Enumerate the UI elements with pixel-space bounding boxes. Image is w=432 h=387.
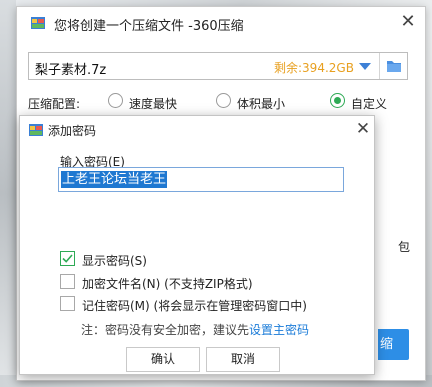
- radio-fastest[interactable]: [108, 93, 123, 108]
- output-path-field[interactable]: 梨子素材.7z 剩余:394.2GB: [28, 52, 408, 80]
- add-password-dialog: 添加密码 ✕ 输入密码(E) 上老王论坛当老王 显示密码(S) 加密文件名(N)…: [19, 115, 375, 375]
- password-value[interactable]: 上老王论坛当老王: [61, 171, 168, 188]
- dialog-title-bar: 添加密码 ✕: [20, 116, 374, 144]
- main-title-bar: 您将创建一个压缩文件 -360压缩 ✕: [17, 7, 425, 37]
- radio-smallest-label[interactable]: 体积最小: [237, 95, 285, 112]
- encrypt-filenames-checkbox[interactable]: [60, 274, 75, 289]
- radio-smallest[interactable]: [216, 93, 231, 108]
- lock-icon: [28, 122, 44, 138]
- browse-folder-button[interactable]: [380, 53, 408, 79]
- close-icon[interactable]: ✕: [355, 120, 371, 138]
- checkmark-icon: [62, 254, 73, 263]
- close-icon[interactable]: ✕: [399, 13, 417, 31]
- encrypt-filenames-label[interactable]: 加密文件名(N) (不支持ZIP格式): [82, 275, 253, 292]
- set-master-password-link[interactable]: 设置主密码: [249, 323, 309, 337]
- remember-password-checkbox[interactable]: [60, 296, 75, 311]
- cancel-button[interactable]: 取消: [206, 347, 280, 372]
- free-space-text: 剩余:394.2GB: [274, 61, 354, 75]
- app-icon: [30, 15, 46, 31]
- security-note: 注：密码没有安全加密，建议先设置主密码: [81, 321, 309, 338]
- password-input[interactable]: 上老王论坛当老王: [58, 167, 344, 192]
- note-text: 注：密码没有安全加密，建议先: [81, 323, 250, 337]
- compress-button[interactable]: 缩: [378, 329, 409, 360]
- show-password-checkbox[interactable]: [60, 251, 75, 266]
- radio-custom-label[interactable]: 自定义: [351, 95, 387, 112]
- compression-config-row: 压缩配置: 速度最快 体积最小 自定义: [28, 92, 418, 112]
- show-password-label[interactable]: 显示密码(S): [82, 252, 147, 269]
- remember-password-label[interactable]: 记住密码(M) (将会显示在管理密码窗口中): [82, 297, 307, 314]
- dialog-title: 添加密码: [48, 124, 97, 138]
- ok-button[interactable]: 确认: [126, 347, 200, 372]
- radio-custom[interactable]: [330, 93, 345, 108]
- background-left: [0, 0, 16, 387]
- main-window-title: 您将创建一个压缩文件 -360压缩: [54, 19, 244, 34]
- folder-icon: [387, 61, 401, 72]
- file-name-text[interactable]: 梨子素材.7z: [35, 59, 106, 78]
- config-label: 压缩配置:: [28, 97, 81, 111]
- partial-label-text: 包: [398, 240, 411, 254]
- radio-fastest-label[interactable]: 速度最快: [129, 95, 177, 112]
- dropdown-arrow-icon[interactable]: [359, 63, 371, 70]
